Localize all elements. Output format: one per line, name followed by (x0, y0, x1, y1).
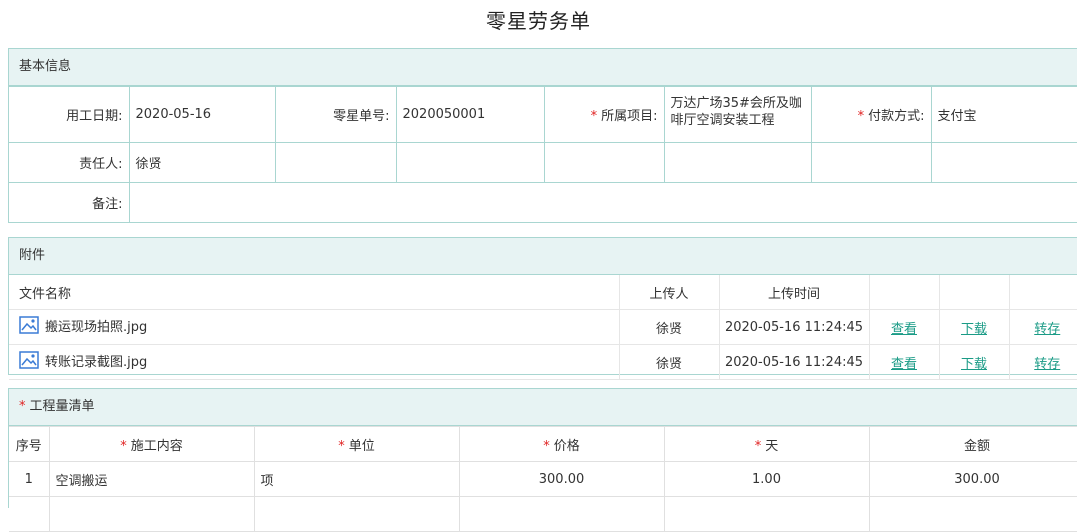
work-date-value[interactable]: 2020-05-16 (128, 86, 276, 143)
order-no-label: 零星单号: (274, 86, 397, 143)
download-link[interactable]: 下载 (961, 357, 987, 372)
empty-cell (939, 275, 1010, 310)
save-link[interactable]: 转存 (1034, 322, 1060, 337)
payment-value[interactable]: 支付宝 (930, 86, 1077, 143)
remark-label: 备注: (9, 182, 130, 223)
attachments-header: 附件 (9, 238, 1077, 275)
col-unit: * 单位 (253, 426, 460, 462)
worklist-table: 序号 * 施工内容 * 单位 * 价格 * 天 金额 1 空调搬运 项 300.00 1… (9, 426, 1077, 532)
basic-info-header: 基本信息 (9, 49, 1077, 86)
amount-cell: 300.00 (868, 461, 1077, 497)
unit-cell[interactable]: 项 (253, 461, 460, 497)
col-seq: 序号 (9, 426, 50, 462)
basic-info-table: 用工日期: 2020-05-16 零星单号: 2020050001 * 所属项目:… (9, 86, 1077, 223)
empty-cell (930, 142, 1077, 183)
required-mark: * (857, 109, 865, 124)
work-date-label: 用工日期: (9, 86, 130, 143)
uploader-cell: 徐贤 (619, 344, 720, 380)
empty-cell (1009, 275, 1077, 310)
required-mark: * (19, 399, 26, 414)
basic-info-panel: 基本信息 用工日期: 2020-05-16 零星单号: 2020050001 *… (8, 48, 1077, 223)
image-file-icon (19, 316, 39, 338)
table-row: 1 空调搬运 项 300.00 1.00 300.00 (9, 461, 1077, 497)
worklist-header-row: 序号 * 施工内容 * 单位 * 价格 * 天 金额 (9, 426, 1077, 462)
seq-cell: 1 (9, 461, 50, 497)
empty-cell (274, 142, 397, 183)
empty-cell (810, 142, 932, 183)
project-label: * 所属项目: (543, 86, 665, 143)
download-link[interactable]: 下载 (961, 322, 987, 337)
price-cell[interactable]: 300.00 (458, 461, 665, 497)
attachments-table: 文件名称 上传人 上传时间 搬运现场拍照.jpg 徐贤 2020-05-16 1… (9, 275, 1077, 380)
attachments-panel: 附件 文件名称 上传人 上传时间 搬运现场拍照.jpg 徐贤 2020-05-1… (8, 237, 1077, 380)
empty-cell (663, 142, 812, 183)
col-content: * 施工内容 (48, 426, 255, 462)
days-cell[interactable]: 1.00 (663, 461, 870, 497)
order-no-value[interactable]: 2020050001 (395, 86, 545, 143)
table-row: 转账记录截图.jpg 徐贤 2020-05-16 11:24:45 查看 下载 … (9, 344, 1077, 380)
col-price: * 价格 (458, 426, 665, 462)
owner-value[interactable]: 徐贤 (128, 142, 276, 183)
col-upload-time: 上传时间 (719, 275, 870, 310)
col-file-name: 文件名称 (9, 275, 620, 310)
file-name-cell: 搬运现场拍照.jpg (9, 309, 620, 345)
uploader-cell: 徐贤 (619, 309, 720, 345)
view-link[interactable]: 查看 (891, 357, 917, 372)
upload-time-cell: 2020-05-16 11:24:45 (719, 344, 870, 380)
save-link[interactable]: 转存 (1034, 357, 1060, 372)
col-days: * 天 (663, 426, 870, 462)
payment-label: * 付款方式: (810, 86, 932, 143)
upload-time-cell: 2020-05-16 11:24:45 (719, 309, 870, 345)
empty-cell (869, 275, 940, 310)
empty-cell (395, 142, 545, 183)
worklist-panel: * 工程量清单 序号 * 施工内容 * 单位 * 价格 * 天 金额 1 空调搬运 项 3… (8, 388, 1077, 532)
col-amount: 金额 (868, 426, 1077, 462)
table-row: 搬运现场拍照.jpg 徐贤 2020-05-16 11:24:45 查看 下载 … (9, 309, 1077, 345)
page-title: 零星劳务单 (486, 9, 591, 33)
col-uploader: 上传人 (619, 275, 720, 310)
attachments-header-row: 文件名称 上传人 上传时间 (9, 275, 1077, 310)
content-cell[interactable]: 空调搬运 (48, 461, 255, 497)
file-name[interactable]: 转账记录截图.jpg (45, 355, 147, 370)
table-row (9, 496, 1077, 532)
owner-label: 责任人: (9, 142, 130, 183)
image-file-icon (19, 351, 39, 373)
required-mark: * (590, 109, 598, 124)
project-value[interactable]: 万达广场35#会所及咖啡厅空调安装工程 (663, 86, 812, 143)
remark-value[interactable] (128, 182, 1077, 223)
view-link[interactable]: 查看 (891, 322, 917, 337)
empty-cell (543, 142, 665, 183)
file-name[interactable]: 搬运现场拍照.jpg (45, 320, 147, 335)
file-name-cell: 转账记录截图.jpg (9, 344, 620, 380)
worklist-header: * 工程量清单 (9, 389, 1077, 426)
